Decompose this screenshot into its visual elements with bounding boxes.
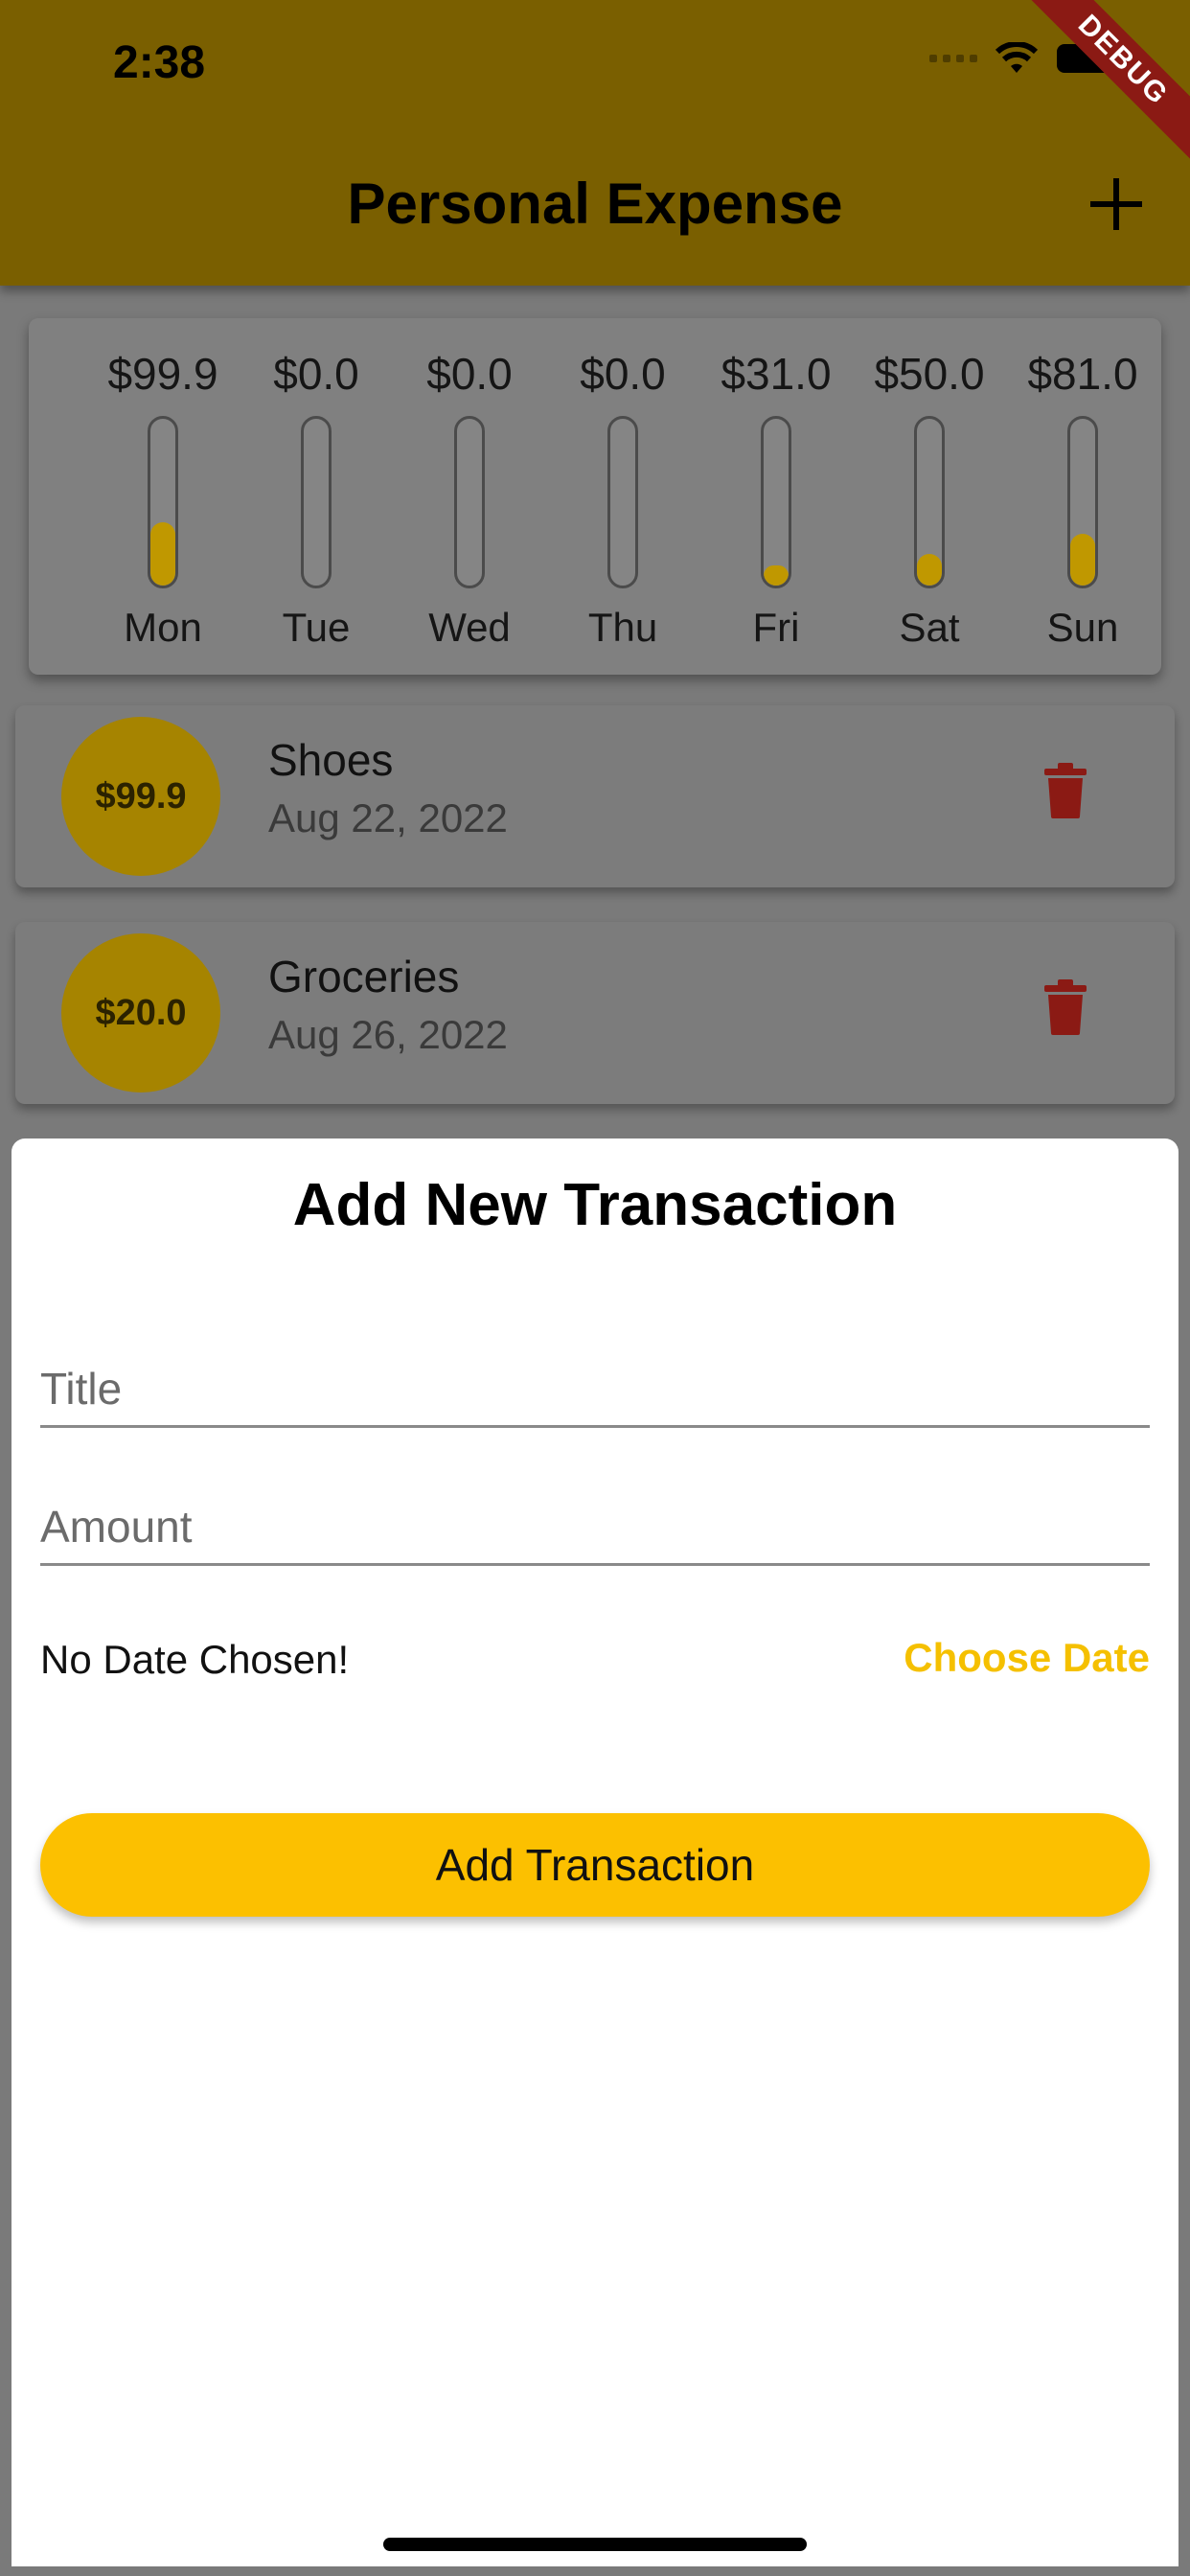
chart-bar-wed: $0.0 Wed	[393, 318, 546, 652]
chosen-date-text: No Date Chosen!	[40, 1637, 350, 1682]
sheet-title: Add New Transaction	[292, 1172, 898, 1238]
debug-banner: DEBUG	[1005, 0, 1190, 178]
chart-track	[301, 416, 332, 588]
chart-amount: $31.0	[721, 349, 832, 399]
amount-field	[40, 1489, 1150, 1566]
chart-day-label: Mon	[124, 605, 202, 650]
chart-amount: $50.0	[874, 349, 985, 399]
choose-date-button[interactable]: Choose Date	[904, 1635, 1150, 1681]
title-field	[40, 1351, 1150, 1428]
chart-track	[1067, 416, 1098, 588]
wifi-icon	[995, 42, 1039, 75]
amount-avatar: $20.0	[61, 933, 220, 1092]
chart-amount: $0.0	[273, 349, 359, 399]
chart-track	[761, 416, 791, 588]
chart-day-label: Thu	[587, 605, 658, 650]
chart-day-label: Tue	[282, 605, 351, 650]
home-indicator	[383, 2538, 807, 2551]
add-transaction-sheet: Add New Transaction No Date Chosen! Choo…	[11, 1138, 1179, 2566]
chart-bar-tue: $0.0 Tue	[240, 318, 393, 652]
transaction-title: Shoes	[268, 735, 394, 785]
chart-fill	[150, 521, 175, 586]
chart-day-label: Fri	[752, 605, 800, 650]
chart-amount: $81.0	[1027, 349, 1138, 399]
status-time: 2:38	[113, 37, 206, 88]
chart-amount: $99.9	[107, 349, 218, 399]
chart-day-label: Sat	[899, 605, 960, 650]
chart-track	[148, 416, 178, 588]
add-transaction-button[interactable]: Add Transaction	[40, 1813, 1150, 1917]
chart-bar-fri: $31.0 Fri	[699, 318, 853, 652]
chart-bar-sun: $81.0 Sun	[1006, 318, 1159, 652]
chart-track	[914, 416, 945, 588]
add-icon[interactable]	[1090, 178, 1142, 230]
title-input[interactable]	[40, 1351, 1150, 1425]
list-item[interactable]: $20.0 Groceries Aug 26, 2022	[15, 922, 1175, 1104]
transaction-date: Aug 26, 2022	[268, 1012, 508, 1057]
signal-icon	[929, 55, 977, 62]
chart-track	[607, 416, 638, 588]
amount-avatar: $99.9	[61, 717, 220, 876]
chart-fill	[764, 565, 789, 586]
delete-icon[interactable]	[1044, 763, 1087, 818]
app-bar: 2:38 DEBUG Personal Expense	[0, 0, 1190, 286]
chart-fill	[917, 553, 942, 586]
delete-icon[interactable]	[1044, 979, 1087, 1035]
list-item[interactable]: $99.9 Shoes Aug 22, 2022	[15, 705, 1175, 887]
chart-amount: $0.0	[580, 349, 666, 399]
transaction-date: Aug 22, 2022	[268, 795, 508, 840]
page-title: Personal Expense	[347, 172, 843, 236]
chart-bar-sat: $50.0 Sat	[853, 318, 1006, 652]
chart-amount: $0.0	[426, 349, 513, 399]
chart-day-label: Sun	[1046, 605, 1119, 650]
transaction-title: Groceries	[268, 952, 460, 1001]
chart-fill	[1070, 534, 1095, 586]
chart-track	[454, 416, 485, 588]
chart-bar-mon: $99.9 Mon	[86, 318, 240, 652]
chart-bar-thu: $0.0 Thu	[546, 318, 699, 652]
amount-input[interactable]	[40, 1489, 1150, 1563]
chart-day-label: Wed	[428, 605, 511, 650]
weekly-chart-card: $99.9 Mon $0.0 Tue $0.0 Wed $0.0 Thu $31…	[29, 318, 1161, 675]
